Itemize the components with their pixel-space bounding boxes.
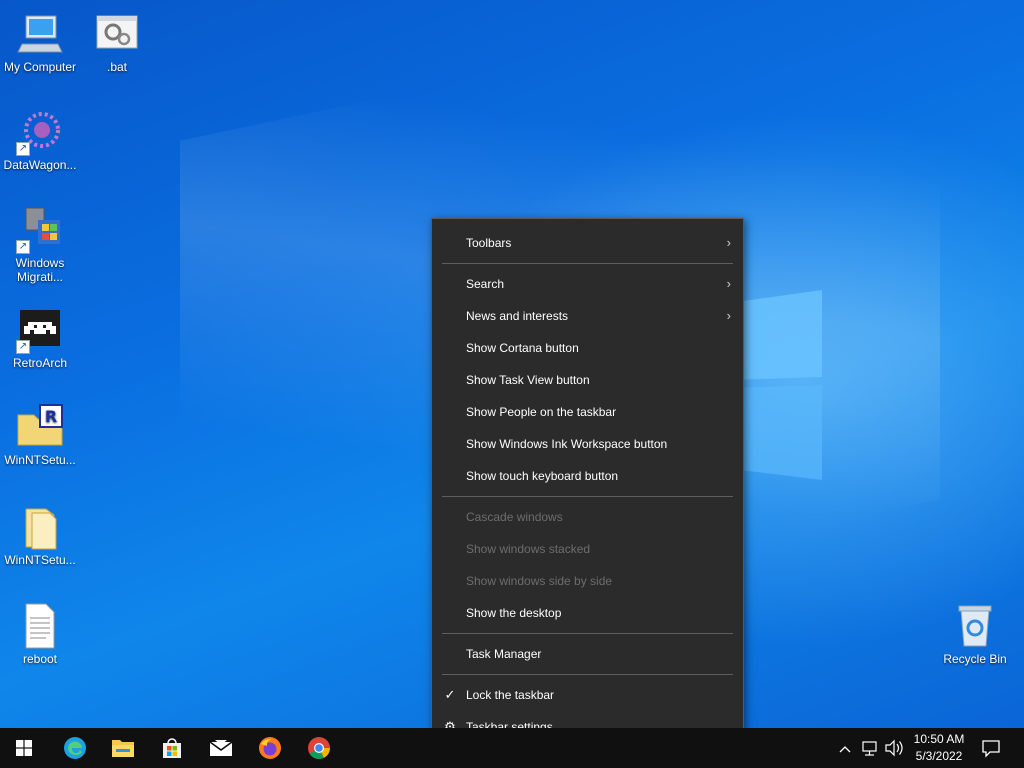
notification-icon [982, 740, 1000, 758]
folder-icon [16, 503, 64, 551]
desktop-icon-bat[interactable]: .bat [77, 10, 157, 74]
menu-separator [442, 633, 733, 634]
store-icon [163, 738, 181, 758]
action-center-button[interactable] [978, 728, 1006, 768]
batch-file-icon [93, 10, 141, 58]
file-explorer-icon [112, 740, 134, 757]
mail-icon [209, 740, 233, 756]
chevron-right-icon: › [726, 308, 731, 323]
shortcut-arrow-icon: ↗ [16, 240, 30, 254]
desktop-icon-datawagon[interactable]: ↗ DataWagon... [0, 108, 80, 172]
menu-item-label: Show the desktop [466, 606, 562, 620]
network-icon [862, 741, 877, 756]
desktop-icon-label: WinNTSetu... [4, 453, 76, 467]
menu-item-cascade-windows: Cascade windows [432, 501, 743, 533]
menu-separator [442, 496, 733, 497]
menu-item-label: Show Windows Ink Workspace button [466, 437, 668, 451]
desktop-icon-winntsetup-folder[interactable]: WinNTSetu... [0, 503, 80, 567]
chrome-icon [308, 737, 330, 759]
checkmark-icon: ✓ [444, 687, 456, 702]
chevron-up-icon [839, 746, 851, 753]
menu-separator [442, 674, 733, 675]
start-icon [16, 740, 32, 756]
volume-icon [885, 739, 903, 757]
taskbar-store-button[interactable] [148, 728, 196, 768]
taskbar-file-explorer-button[interactable] [99, 728, 147, 768]
computer-icon [16, 10, 64, 58]
chevron-right-icon: › [726, 276, 731, 291]
menu-item-label: Toolbars [466, 236, 512, 250]
menu-item-toolbars[interactable]: Toolbars › [432, 227, 743, 259]
desktop-icon-label: DataWagon... [3, 158, 77, 172]
tray-volume-button[interactable] [884, 728, 906, 768]
shortcut-arrow-icon: ↗ [16, 340, 30, 354]
clock-time: 10:50 AM [913, 732, 965, 746]
taskbar-edge-button[interactable] [51, 728, 99, 768]
desktop-icon-winntsetup[interactable]: R WinNTSetu... [0, 403, 80, 467]
desktop-icon-label: My Computer [3, 60, 77, 74]
desktop-icon-label: .bat [106, 60, 127, 74]
menu-item-search[interactable]: Search › [432, 268, 743, 300]
shortcut-arrow-icon: ↗ [16, 142, 30, 156]
menu-item-label: Show touch keyboard button [466, 469, 619, 483]
taskbar: 10:50 AM 5/3/2022 [0, 728, 1024, 768]
taskbar-context-menu: Toolbars › Search › News and interests ›… [431, 218, 744, 751]
menu-item-show-people[interactable]: Show People on the taskbar [432, 396, 743, 428]
text-file-icon [16, 602, 64, 650]
menu-item-label: Show People on the taskbar [466, 405, 617, 419]
desktop-icon-reboot[interactable]: reboot [0, 602, 80, 666]
desktop-icon-label: RetroArch [12, 356, 68, 370]
menu-item-lock-the-taskbar[interactable]: ✓ Lock the taskbar [432, 679, 743, 711]
tray-overflow-button[interactable] [838, 728, 856, 768]
menu-separator [442, 263, 733, 264]
menu-item-label: Show windows stacked [466, 542, 591, 556]
edge-icon [64, 737, 86, 759]
menu-item-show-windows-ink[interactable]: Show Windows Ink Workspace button [432, 428, 743, 460]
datawagon-icon: ↗ [16, 108, 64, 156]
winntsetup-r-icon: R [16, 403, 64, 451]
chevron-right-icon: › [726, 235, 731, 250]
menu-item-news-and-interests[interactable]: News and interests › [432, 300, 743, 332]
menu-item-label: Cascade windows [466, 510, 563, 524]
menu-item-label: Show windows side by side [466, 574, 613, 588]
recycle-bin-icon [951, 602, 999, 650]
desktop-icon-label: Recycle Bin [943, 652, 1007, 666]
desktop-icon-label: Windows Migrati... [15, 256, 65, 284]
taskbar-clock[interactable]: 10:50 AM 5/3/2022 [904, 731, 974, 765]
menu-item-show-cortana-button[interactable]: Show Cortana button [432, 332, 743, 364]
menu-item-task-manager[interactable]: Task Manager [432, 638, 743, 670]
windows-migration-icon: ↗ [16, 206, 64, 254]
desktop-icon-windows-migration[interactable]: ↗ Windows Migrati... [0, 206, 80, 284]
desktop-icon-retroarch[interactable]: ↗ RetroArch [0, 306, 80, 370]
menu-item-show-windows-side-by-side: Show windows side by side [432, 565, 743, 597]
menu-item-label: Search [466, 277, 505, 291]
desktop-icon-label: WinNTSetu... [4, 553, 76, 567]
retroarch-icon: ↗ [16, 306, 64, 354]
menu-item-label: Show Task View button [466, 373, 590, 387]
firefox-icon [259, 737, 281, 759]
taskbar-chrome-button[interactable] [295, 728, 343, 768]
svg-text:R: R [45, 407, 57, 426]
menu-item-show-touch-keyboard[interactable]: Show touch keyboard button [432, 460, 743, 492]
tray-network-button[interactable] [861, 728, 883, 768]
menu-item-show-task-view-button[interactable]: Show Task View button [432, 364, 743, 396]
menu-item-label: Task Manager [466, 647, 542, 661]
menu-item-show-windows-stacked: Show windows stacked [432, 533, 743, 565]
menu-item-show-the-desktop[interactable]: Show the desktop [432, 597, 743, 629]
desktop-icon-my-computer[interactable]: My Computer [0, 10, 80, 74]
taskbar-mail-button[interactable] [197, 728, 245, 768]
menu-item-label: Show Cortana button [466, 341, 579, 355]
menu-item-label: Lock the taskbar [466, 688, 555, 702]
desktop-icon-label: reboot [22, 652, 58, 666]
start-button[interactable] [0, 728, 48, 768]
desktop-icon-recycle-bin[interactable]: Recycle Bin [935, 602, 1015, 666]
taskbar-firefox-button[interactable] [246, 728, 294, 768]
clock-date: 5/3/2022 [915, 749, 963, 763]
menu-item-label: News and interests [466, 309, 569, 323]
